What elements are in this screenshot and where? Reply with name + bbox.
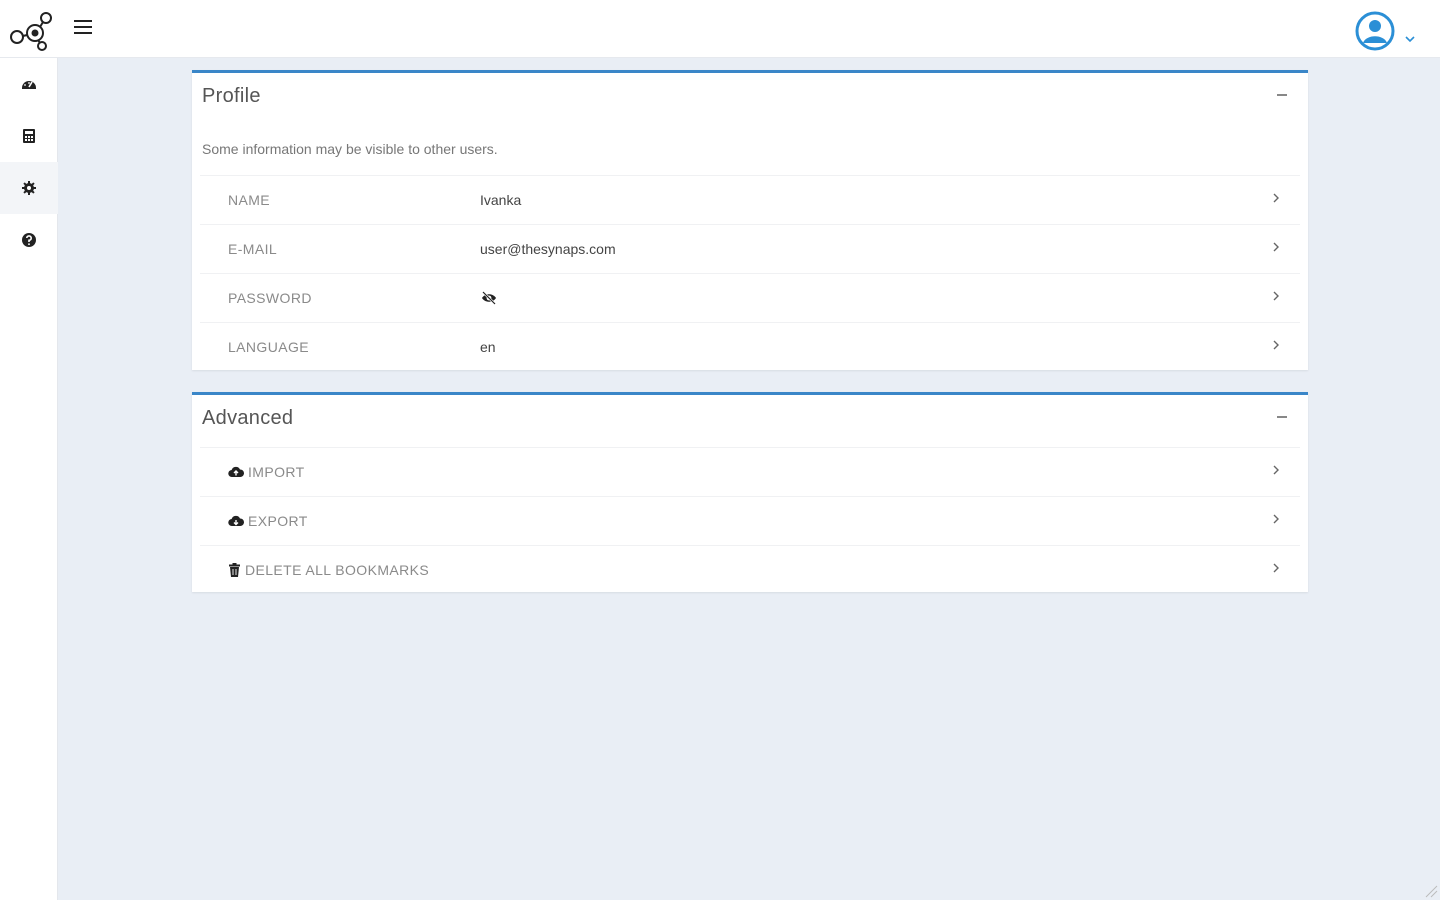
delete-bookmarks-label: DELETE ALL BOOKMARKS <box>245 562 430 578</box>
help-icon <box>22 233 36 247</box>
chevron-right-icon <box>1273 563 1279 573</box>
calculator-icon <box>23 129 35 143</box>
row-label: LANGUAGE <box>228 339 309 355</box>
row-label: E-MAIL <box>228 241 278 257</box>
chevron-right-icon <box>1273 193 1279 203</box>
advanced-title: Advanced <box>202 407 294 429</box>
profile-collapse-button[interactable] <box>1274 85 1290 101</box>
advanced-row-import[interactable]: IMPORT <box>200 447 1300 496</box>
profile-card: Profile Some information may be visible … <box>192 70 1308 370</box>
sidebar <box>0 58 58 900</box>
profile-row-language[interactable]: LANGUAGE en <box>200 322 1300 371</box>
row-value: Ivanka <box>480 192 522 208</box>
advanced-row-delete-bookmarks[interactable]: DELETE ALL BOOKMARKS <box>200 545 1300 594</box>
row-label: PASSWORD <box>228 290 312 306</box>
gear-icon <box>22 181 36 195</box>
top-bar <box>0 0 1440 58</box>
row-label: IMPORT <box>228 464 305 480</box>
export-label: EXPORT <box>248 513 308 529</box>
hamburger-icon[interactable] <box>74 20 96 40</box>
advanced-row-export[interactable]: EXPORT <box>200 496 1300 545</box>
advanced-collapse-button[interactable] <box>1274 407 1290 423</box>
chevron-right-icon <box>1273 340 1279 350</box>
chevron-right-icon <box>1273 514 1279 524</box>
trash-icon <box>229 563 240 577</box>
synaps-logo-icon[interactable] <box>8 10 56 52</box>
profile-row-name[interactable]: NAME Ivanka <box>200 175 1300 224</box>
profile-description: Some information may be visible to other… <box>202 141 498 157</box>
chevron-right-icon <box>1273 465 1279 475</box>
profile-title: Profile <box>202 85 261 107</box>
row-value: user@thesynaps.com <box>480 241 616 257</box>
profile-row-email[interactable]: E-MAIL user@thesynaps.com <box>200 224 1300 273</box>
sidebar-item-calculator[interactable] <box>0 110 58 162</box>
resize-grip-icon[interactable] <box>1424 884 1438 898</box>
advanced-card: Advanced IMPORT EXPORT DELETE ALL BOOKMA… <box>192 392 1308 592</box>
sidebar-item-help[interactable] <box>0 214 58 266</box>
user-circle-icon <box>1355 11 1395 51</box>
row-label: EXPORT <box>228 513 308 529</box>
row-label: DELETE ALL BOOKMARKS <box>228 562 429 578</box>
profile-row-password[interactable]: PASSWORD <box>200 273 1300 322</box>
cloud-download-icon <box>228 515 244 527</box>
dashboard-icon <box>22 81 36 89</box>
chevron-down-icon <box>1405 36 1415 43</box>
user-menu-button[interactable] <box>1354 10 1422 52</box>
eye-slash-icon <box>482 291 496 305</box>
sidebar-item-dashboard[interactable] <box>0 58 58 110</box>
row-value: en <box>480 339 496 355</box>
cloud-upload-icon <box>228 466 244 478</box>
chevron-right-icon <box>1273 242 1279 252</box>
import-label: IMPORT <box>248 464 305 480</box>
row-label: NAME <box>228 192 271 208</box>
sidebar-item-settings[interactable] <box>0 162 58 214</box>
chevron-right-icon <box>1273 291 1279 301</box>
